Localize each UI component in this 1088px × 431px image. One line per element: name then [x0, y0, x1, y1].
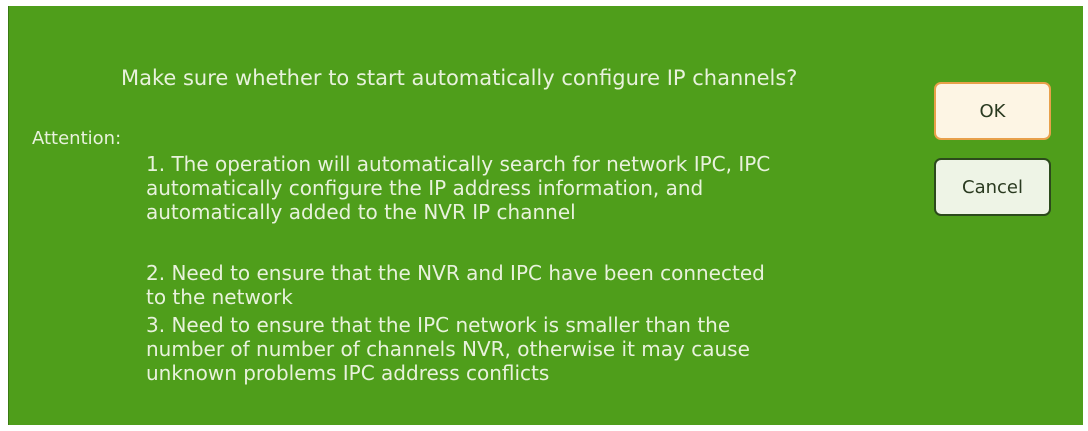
- attention-item-1: 1. The operation will automatically sear…: [146, 152, 770, 224]
- attention-item-1-line-1: 1. The operation will automatically sear…: [146, 152, 771, 176]
- attention-item-3-line-1: 3. Need to ensure that the IPC network i…: [146, 313, 731, 337]
- attention-label: Attention:: [32, 128, 122, 149]
- ok-button[interactable]: OK: [934, 82, 1051, 140]
- attention-item-2-line-1: 2. Need to ensure that the NVR and IPC h…: [146, 261, 765, 285]
- attention-item-3-line-3: unknown problems IPC address conflicts: [146, 361, 550, 385]
- attention-item-1-line-3: automatically added to the NVR IP channe…: [146, 200, 576, 224]
- cancel-button[interactable]: Cancel: [934, 158, 1051, 216]
- attention-item-3: 3. Need to ensure that the IPC network i…: [146, 313, 750, 385]
- attention-item-2: 2. Need to ensure that the NVR and IPC h…: [146, 261, 765, 309]
- attention-item-3-line-2: number of number of channels NVR, otherw…: [146, 337, 750, 361]
- attention-item-2-line-2: to the network: [146, 285, 293, 309]
- attention-item-1-line-2: automatically configure the IP address i…: [146, 176, 704, 200]
- dialog-question: Make sure whether to start automatically…: [121, 66, 798, 90]
- auto-config-dialog: Make sure whether to start automatically…: [8, 6, 1083, 425]
